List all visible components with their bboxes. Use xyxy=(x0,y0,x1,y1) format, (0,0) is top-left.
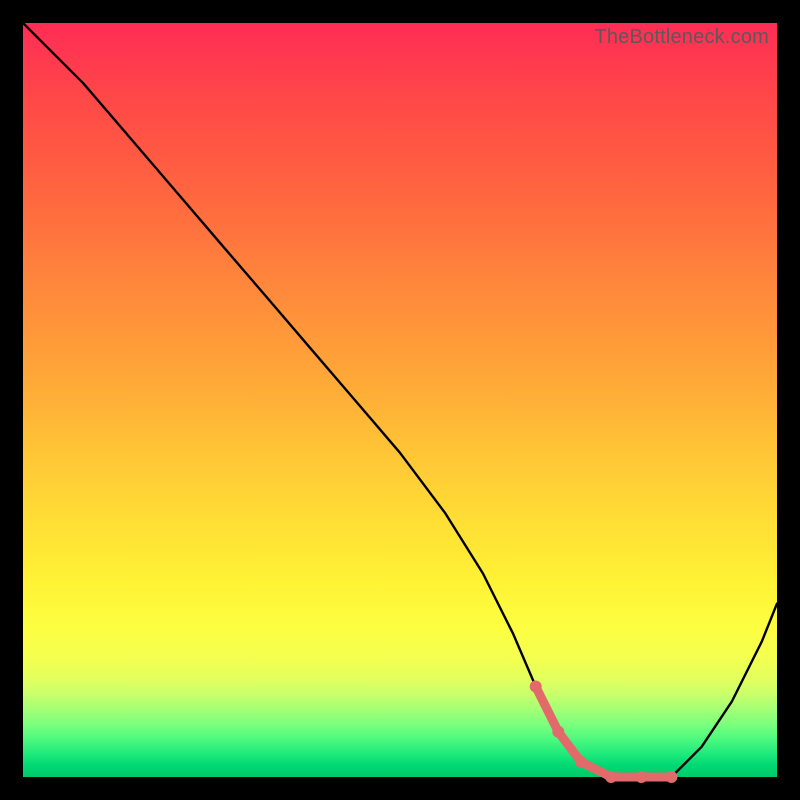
highlight-dot xyxy=(575,756,587,768)
chart-frame: TheBottleneck.com xyxy=(0,0,800,800)
highlight-dot xyxy=(530,681,542,693)
highlight-dot xyxy=(665,771,677,783)
bottleneck-curve xyxy=(23,23,777,777)
curve-layer xyxy=(23,23,777,777)
highlight-dot xyxy=(605,771,617,783)
highlight-dot xyxy=(552,726,564,738)
plot-area: TheBottleneck.com xyxy=(23,23,777,777)
highlight-dots xyxy=(530,681,678,784)
highlight-dot xyxy=(635,771,647,783)
